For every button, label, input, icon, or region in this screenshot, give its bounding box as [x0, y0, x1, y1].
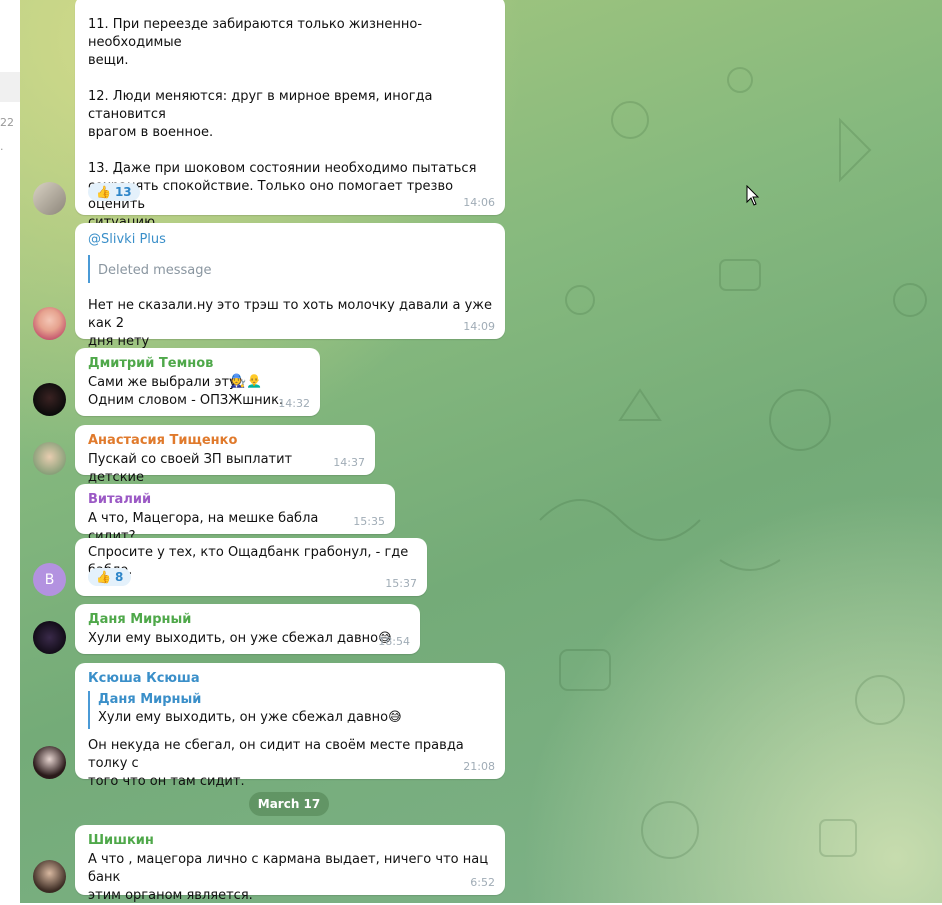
avatar[interactable]: В [33, 563, 66, 596]
message-sender[interactable]: Даня Мирный [88, 612, 191, 627]
reaction-count: 13 [114, 185, 132, 199]
avatar[interactable] [33, 621, 66, 654]
message-time: 14:06 [463, 196, 495, 209]
message-sender[interactable]: Ксюша Ксюша [88, 671, 200, 686]
message-sender[interactable]: Шишкин [88, 833, 154, 848]
message-bubble[interactable]: Даня Мирный Хули ему выходить, он уже сб… [75, 604, 420, 654]
message-sender[interactable]: Виталий [88, 492, 151, 507]
message-sender[interactable]: Анастасия Тищенко [88, 433, 237, 448]
message-time: 14:37 [333, 456, 365, 469]
avatar[interactable] [33, 860, 66, 893]
thumbs-up-icon: 👍 [96, 570, 111, 584]
message-time: 18:54 [378, 635, 410, 648]
message-time: 14:32 [278, 397, 310, 410]
message-text: Хули ему выходить, он уже сбежал давно [88, 631, 379, 646]
avatar[interactable] [33, 383, 66, 416]
avatar[interactable] [33, 746, 66, 779]
message-bubble[interactable]: @Slivki Plus Deleted message Нет не сказ… [75, 223, 505, 349]
grinning-emoji-icon: 😅 [388, 710, 402, 725]
reply-quote-sender: Даня Мирный [98, 692, 202, 707]
reply-quote[interactable]: Deleted message [88, 255, 498, 283]
thumbs-up-icon: 👍 [96, 185, 111, 199]
message-text: А что , мацегора лично с кармана выдает,… [88, 852, 489, 903]
date-separator: March 17 [249, 792, 329, 816]
avatar[interactable] [33, 182, 66, 215]
message-time: 6:52 [470, 876, 495, 889]
avatar-letter: В [44, 571, 55, 588]
message-bubble[interactable]: 11. При переезде забираются только жизне… [75, 0, 505, 230]
reply-quote-text: Хули ему выходить, он уже сбежал давно [98, 710, 389, 725]
message-time: 21:08 [463, 760, 495, 773]
message-bubble[interactable]: Спросите у тех, кто Ощадбанк грабонул, -… [75, 538, 427, 596]
message-text: Спросите у тех, кто Ощадбанк грабонул, -… [88, 545, 409, 578]
message-bubble[interactable]: Ксюша Ксюша Даня Мирный Хули ему выходит… [75, 663, 505, 789]
reaction-badge[interactable]: 👍 13 [88, 183, 140, 201]
message-bubble[interactable]: Шишкин А что , мацегора лично с кармана … [75, 825, 505, 903]
message-bubble[interactable]: Виталий А что, Мацегора, на мешке бабла … [75, 484, 395, 544]
message-text: Он некуда не сбегал, он сидит на своём м… [88, 738, 464, 789]
emoji-icon: 🧑‍🔧👨‍🦲 [230, 374, 263, 389]
message-bubble[interactable]: Анастасия Тищенко Пускай со своей ЗП вып… [75, 425, 375, 485]
chat-list-fragment: . [0, 140, 4, 153]
chat-list-fragment: 22 [0, 116, 14, 129]
chat-list-panel: 22 . [0, 0, 21, 903]
avatar[interactable] [33, 307, 66, 340]
reaction-count: 8 [114, 570, 124, 584]
message-text: Пускай со своей ЗП выплатит детские [88, 452, 293, 485]
message-time: 15:37 [385, 577, 417, 590]
reply-quote[interactable]: Даня Мирный Хули ему выходить, он уже сб… [88, 691, 498, 729]
selected-chat-highlight[interactable] [0, 72, 20, 102]
message-time: 14:09 [463, 320, 495, 333]
message-time: 15:35 [353, 515, 385, 528]
message-text: 11. При переезде забираются только жизне… [88, 17, 477, 230]
reply-quote-text: Deleted message [98, 263, 212, 278]
reaction-badge[interactable]: 👍 8 [88, 568, 132, 586]
mouse-cursor-icon [746, 185, 760, 206]
message-sender[interactable]: @Slivki Plus [88, 232, 166, 247]
avatar[interactable] [33, 442, 66, 475]
message-bubble[interactable]: Дмитрий Темнов Сами же выбрали эту.. Одн… [75, 348, 320, 416]
message-sender[interactable]: Дмитрий Темнов [88, 356, 213, 371]
message-text: Нет не сказали.ну это трэш то хоть молоч… [88, 298, 492, 349]
